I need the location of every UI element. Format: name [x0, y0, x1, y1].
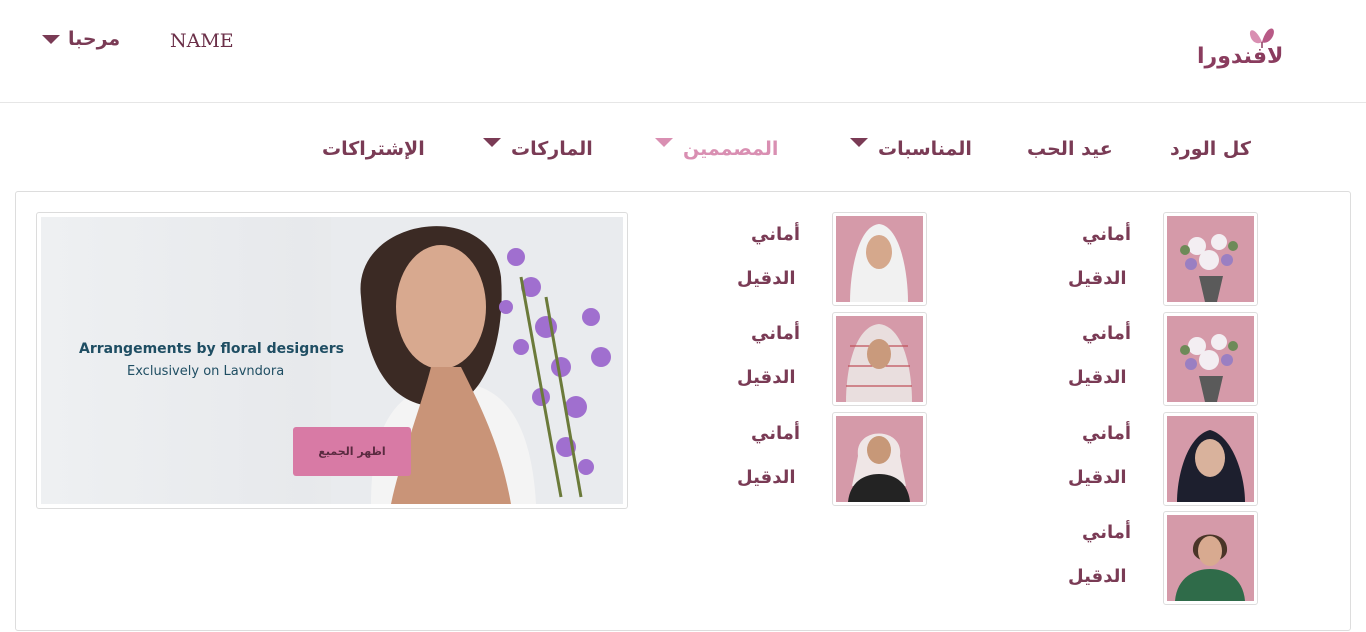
designer-first-name: أماني: [751, 224, 801, 245]
designer-first-name: أماني: [1082, 522, 1132, 543]
designer-photo[interactable]: [1163, 511, 1258, 605]
logo-text: لافندورا: [1197, 44, 1284, 69]
nav-item-all-flowers[interactable]: كل الورد: [1170, 138, 1251, 160]
man-red-shemagh-image: [836, 316, 923, 402]
greeting-menu[interactable]: مرحبا: [42, 28, 120, 50]
designer-last-name: الدقيل: [1068, 467, 1127, 488]
man-black-thobe-image: [836, 416, 923, 502]
woman-black-hijab-image: [1167, 416, 1254, 502]
caret-down-icon: [42, 34, 60, 44]
banner-title: Arrangements by floral designers: [79, 341, 344, 357]
designer-last-name: الدقيل: [737, 268, 796, 289]
designer-photo[interactable]: [832, 412, 927, 506]
designer-photo[interactable]: [1163, 412, 1258, 506]
designer-photo[interactable]: [1163, 212, 1258, 306]
nav-item-label: كل الورد: [1170, 138, 1251, 160]
designer-first-name: أماني: [751, 323, 801, 344]
designer-first-name: أماني: [1082, 323, 1132, 344]
nav-item-label: الماركات: [511, 138, 593, 160]
woman-green-jacket-image: [1167, 515, 1254, 601]
show-all-button[interactable]: اظهر الجميع: [293, 427, 411, 476]
header: مرحبا NAME لافندورا: [0, 0, 1366, 103]
nav-item-label: المناسبات: [878, 138, 972, 160]
nav-item-brands[interactable]: الماركات: [483, 137, 593, 160]
caret-down-icon: [655, 137, 673, 147]
main-nav: كل الورد عيد الحب المناسبات المصممين الم…: [0, 137, 1366, 168]
nav-item-subscriptions[interactable]: الإشتراكات: [322, 138, 425, 160]
flowers-bouquet-image: [1167, 216, 1254, 302]
nav-item-label: عيد الحب: [1027, 138, 1113, 160]
woman-white-scarf-image: [836, 216, 923, 302]
designer-photo[interactable]: [832, 312, 927, 406]
banner-subtitle: Exclusively on Lavndora: [127, 364, 285, 379]
designer-first-name: أماني: [1082, 224, 1132, 245]
nav-item-occasions[interactable]: المناسبات: [850, 137, 972, 160]
greeting-label: مرحبا: [68, 28, 121, 50]
designer-last-name: الدقيل: [1068, 566, 1127, 587]
caret-down-icon: [850, 137, 868, 147]
designer-last-name: الدقيل: [1068, 268, 1127, 289]
username: NAME: [170, 30, 234, 52]
nav-item-designers[interactable]: المصممين: [655, 137, 779, 160]
designer-last-name: الدقيل: [737, 467, 796, 488]
promo-banner: Arrangements by floral designers Exclusi…: [36, 212, 628, 509]
flowers-bouquet-image: [1167, 316, 1254, 402]
designer-last-name: الدقيل: [1068, 367, 1127, 388]
caret-down-icon: [483, 137, 501, 147]
logo[interactable]: لافندورا: [1195, 22, 1305, 78]
designer-photo[interactable]: [832, 212, 927, 306]
designer-photo[interactable]: [1163, 312, 1258, 406]
designer-first-name: أماني: [1082, 423, 1132, 444]
designer-last-name: الدقيل: [737, 367, 796, 388]
designer-first-name: أماني: [751, 423, 801, 444]
nav-item-label: الإشتراكات: [322, 138, 425, 160]
nav-item-label: المصممين: [683, 138, 779, 160]
nav-item-valentines[interactable]: عيد الحب: [1027, 138, 1113, 160]
